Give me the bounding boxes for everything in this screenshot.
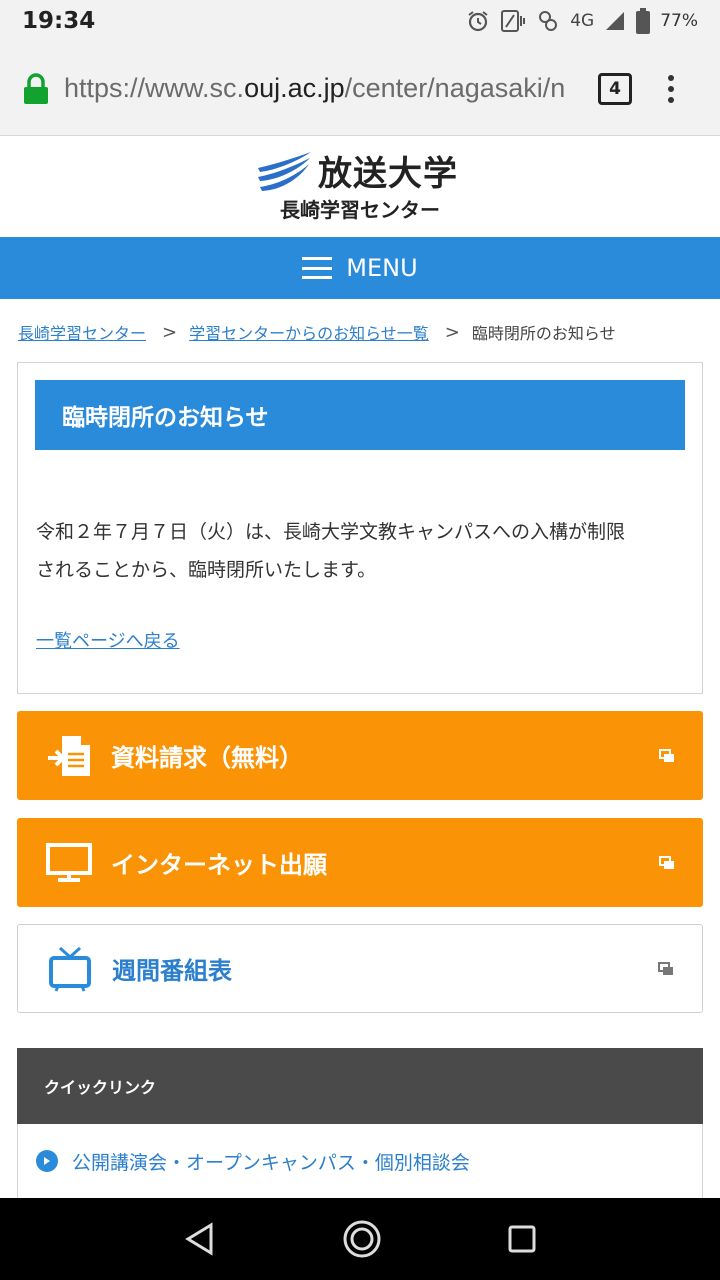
logo-swoosh-icon <box>258 151 311 191</box>
nfc-icon <box>501 10 526 32</box>
quick-link-item[interactable]: 公開講演会・オープンキャンパス・個別相談会 <box>17 1124 703 1198</box>
tab-switcher-button[interactable]: 4 <box>598 72 632 105</box>
signal-icon <box>606 12 625 30</box>
logo-title: 放送大学 <box>318 154 458 194</box>
menu-label: MENU <box>346 254 418 282</box>
internet-application-button[interactable]: インターネット出願 <box>17 818 703 907</box>
back-icon[interactable] <box>183 1222 217 1256</box>
url-scheme: https://www.sc. <box>64 73 245 103</box>
url-host: ouj.ac.jp <box>244 73 345 103</box>
breadcrumb-separator: > <box>162 321 178 343</box>
hamburger-icon <box>302 257 333 279</box>
chevron-right-icon <box>36 1150 58 1172</box>
battery-percent: 77% <box>660 11 698 31</box>
action-label: 資料請求（無料） <box>111 744 303 772</box>
action-label: 週間番組表 <box>112 957 232 985</box>
quick-link-label: 公開講演会・オープンキャンパス・個別相談会 <box>72 1151 470 1174</box>
breadcrumb-link-center[interactable]: 長崎学習センター <box>18 320 146 344</box>
request-materials-button[interactable]: 資料請求（無料） <box>17 711 703 800</box>
weekly-schedule-button[interactable]: 週間番組表 <box>17 924 703 1013</box>
notice-article: 臨時閉所のお知らせ 令和２年７月７日（火）は、長崎大学文教キャンパスへの入構が制… <box>17 362 703 694</box>
system-nav-bar <box>0 1198 720 1280</box>
url-path: /center/nagasaki/n <box>344 73 566 103</box>
article-body-line: されることから、臨時閉所いたします。 <box>36 559 377 581</box>
site-header: 放送大学 長崎学習センター <box>0 136 720 237</box>
monitor-icon <box>45 839 93 887</box>
status-time: 19:34 <box>22 8 96 34</box>
status-bar: 19:34 4G 77% <box>0 0 720 42</box>
article-body: 令和２年７月７日（火）は、長崎大学文教キャンパスへの入構が制限 されることから、… <box>36 513 681 589</box>
battery-icon <box>636 8 651 34</box>
address-bar[interactable]: https://www.sc.ouj.ac.jp/center/nagasaki… <box>64 73 584 104</box>
breadcrumb-link-news-list[interactable]: 学習センターからのお知らせ一覧 <box>189 320 429 344</box>
external-link-icon <box>659 855 674 869</box>
breadcrumb-current: 臨時閉所のお知らせ <box>471 324 616 343</box>
site-logo[interactable]: 放送大学 <box>256 146 458 195</box>
browser-toolbar: https://www.sc.ouj.ac.jp/center/nagasaki… <box>0 42 720 136</box>
external-link-icon <box>659 748 674 762</box>
article-body-line: 令和２年７月７日（火）は、長崎大学文教キャンパスへの入構が制限 <box>36 521 626 543</box>
back-to-list-link[interactable]: 一覧ページへ戻る <box>36 627 180 653</box>
sync-icon <box>539 11 558 31</box>
alarm-icon <box>468 11 488 32</box>
network-type: 4G <box>570 11 595 31</box>
home-icon[interactable] <box>342 1219 382 1259</box>
recents-icon[interactable] <box>507 1224 537 1254</box>
more-menu-icon[interactable] <box>668 74 674 103</box>
menu-button[interactable]: MENU <box>0 237 720 299</box>
quick-links-heading: クイックリンク <box>17 1048 703 1124</box>
document-request-icon <box>45 732 93 780</box>
tv-icon <box>46 945 94 993</box>
breadcrumb: 長崎学習センター > 学習センターからのお知らせ一覧 > 臨時閉所のお知らせ <box>18 320 708 344</box>
breadcrumb-separator: > <box>444 321 460 343</box>
logo-subtitle: 長崎学習センター <box>280 198 440 222</box>
status-icons: 4G 77% <box>466 8 698 34</box>
lock-icon <box>24 72 48 104</box>
action-label: インターネット出願 <box>111 851 327 879</box>
external-link-icon <box>658 961 673 975</box>
article-title: 臨時閉所のお知らせ <box>35 380 685 450</box>
